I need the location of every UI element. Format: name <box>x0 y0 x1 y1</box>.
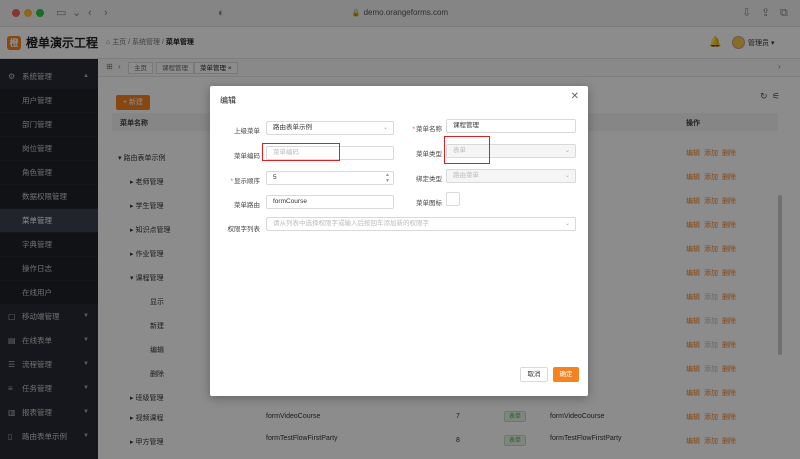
display-order-label: *显示顺序 <box>230 178 260 185</box>
chevron-down-icon: ⌄ <box>564 173 570 179</box>
menu-icon-picker[interactable] <box>446 192 460 206</box>
close-icon[interactable]: ✕ <box>571 91 579 102</box>
dialog-title: 编辑 <box>220 96 236 105</box>
menu-type-label: 菜单类型 <box>416 151 442 158</box>
cancel-button[interactable]: 取消 <box>520 367 548 382</box>
highlight-box <box>262 143 340 161</box>
stepper-arrows-icon[interactable]: ▲ ▼ <box>385 172 390 184</box>
chevron-down-icon: ⌄ <box>564 221 570 227</box>
chevron-down-icon: ⌄ <box>564 148 570 154</box>
edit-menu-dialog: 编辑 ✕ 上级菜单 路由表单示例 ⌄ *菜单名称 课程管理 菜单编码 菜单编码 菜… <box>210 86 588 396</box>
parent-menu-label: 上级菜单 <box>234 128 260 135</box>
menu-route-label: 菜单路由 <box>234 202 260 209</box>
chevron-down-icon: ⌄ <box>382 125 388 131</box>
menu-name-input[interactable]: 课程管理 <box>446 119 576 133</box>
display-order-stepper[interactable]: 5 ▲ ▼ <box>266 171 394 185</box>
menu-route-input[interactable]: formCourse <box>266 195 394 209</box>
perm-list-select[interactable]: 请从列表中选择权限字或输入后按回车添加新的权限字 ⌄ <box>266 217 576 231</box>
bind-type-label: 绑定类型 <box>416 176 442 183</box>
menu-name-label: *菜单名称 <box>412 126 442 133</box>
menu-icon-label: 菜单图标 <box>416 200 442 207</box>
bind-type-select: 路由菜单 ⌄ <box>446 169 576 183</box>
menu-code-label: 菜单编码 <box>234 153 260 160</box>
confirm-button[interactable]: 确定 <box>553 367 579 382</box>
perm-list-label: 权限字列表 <box>227 226 261 233</box>
parent-menu-select[interactable]: 路由表单示例 ⌄ <box>266 121 394 135</box>
highlight-box <box>444 136 490 164</box>
